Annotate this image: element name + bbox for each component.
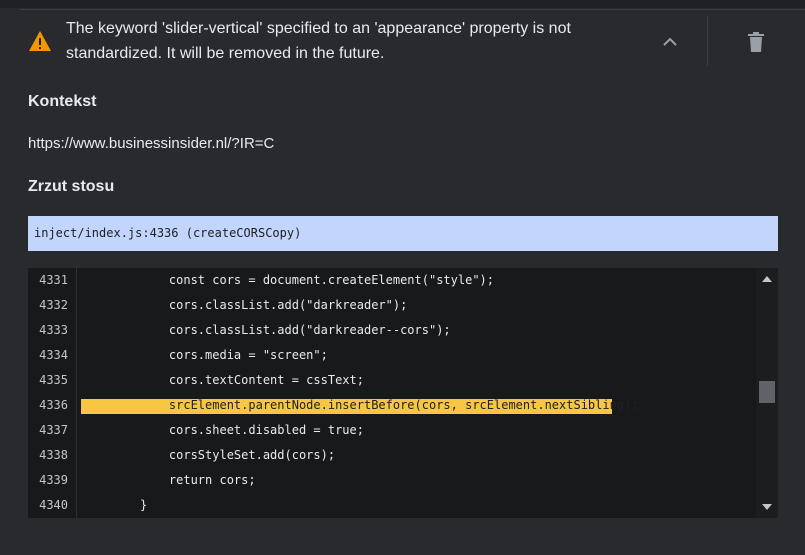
line-code: cors.classList.add("darkreader"); (140, 298, 408, 312)
line-number: 4340 (39, 498, 68, 512)
scroll-up-arrow-icon[interactable] (762, 276, 772, 282)
code-line-highlighted: 4336 srcElement.parentNode.insertBefore(… (28, 393, 756, 418)
code-line: 4334 cors.media = "screen"; (28, 343, 756, 368)
scroll-thumb[interactable] (759, 381, 775, 403)
stack-frame[interactable]: inject/index.js:4336 (createCORSCopy) (28, 216, 778, 251)
code-line: 4333 cors.classList.add("darkreader--cor… (28, 318, 756, 343)
line-number: 4336 (39, 398, 68, 412)
line-code: cors.textContent = cssText; (140, 373, 364, 387)
code-line: 4339 return cors; (28, 468, 756, 493)
line-number: 4331 (39, 273, 68, 287)
top-separator (0, 0, 805, 10)
line-number: 4332 (39, 298, 68, 312)
line-number: 4337 (39, 423, 68, 437)
context-url: https://www.businessinsider.nl/?IR=C (28, 135, 275, 152)
code-line: 4331 const cors = document.createElement… (28, 268, 756, 293)
scroll-down-arrow-icon[interactable] (762, 504, 772, 510)
trash-icon (748, 32, 764, 52)
line-number: 4338 (39, 448, 68, 462)
delete-button[interactable] (742, 28, 770, 56)
source-code-viewer: 4331 const cors = document.createElement… (28, 268, 778, 518)
line-number: 4335 (39, 373, 68, 387)
line-code: cors.media = "screen"; (140, 348, 328, 362)
line-code: cors.sheet.disabled = true; (140, 423, 364, 437)
collapse-button[interactable] (656, 28, 684, 56)
code-line: 4332 cors.classList.add("darkreader"); (28, 293, 756, 318)
warning-message: The keyword 'slider-vertical' specified … (66, 20, 571, 62)
line-code: const cors = document.createElement("sty… (140, 273, 495, 287)
chevron-up-icon (663, 37, 677, 46)
code-line: 4337 cors.sheet.disabled = true; (28, 418, 756, 443)
line-code: srcElement.parentNode.insertBefore(cors,… (140, 398, 639, 412)
stack-trace-heading: Zrzut stosu (28, 178, 115, 195)
code-scrollbar[interactable] (756, 268, 778, 518)
line-number: 4333 (39, 323, 68, 337)
line-number: 4339 (39, 473, 68, 487)
context-heading: Kontekst (28, 93, 97, 110)
action-divider (707, 16, 708, 66)
line-number: 4334 (39, 348, 68, 362)
code-line: 4340} (28, 493, 756, 518)
line-code: cors.classList.add("darkreader--cors"); (140, 323, 451, 337)
line-code: corsStyleSet.add(cors); (140, 448, 336, 462)
line-code: } (140, 498, 148, 512)
warning-triangle-icon (28, 30, 52, 52)
code-line: 4335 cors.textContent = cssText; (28, 368, 756, 393)
code-line: 4338 corsStyleSet.add(cors); (28, 443, 756, 468)
line-code: return cors; (140, 473, 256, 487)
